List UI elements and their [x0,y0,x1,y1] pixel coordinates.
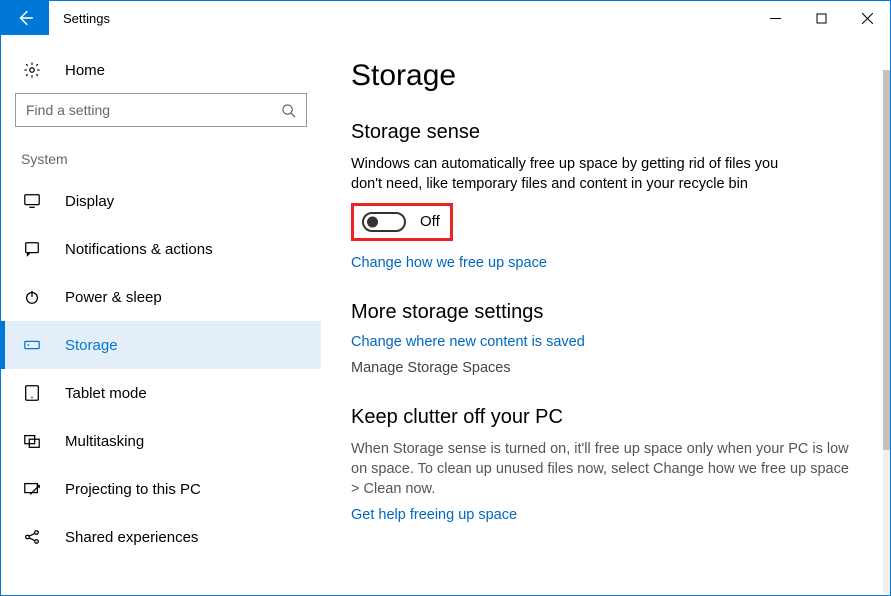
storage-sense-heading: Storage sense [351,121,860,144]
search-input[interactable] [15,93,307,127]
search-icon [281,103,296,118]
sidebar-item-label: Storage [65,337,118,354]
power-icon [23,288,45,306]
search-field[interactable] [26,102,281,118]
sidebar-item-notifications[interactable]: Notifications & actions [1,225,321,273]
toggle-knob [367,216,378,227]
close-button[interactable] [844,1,890,35]
minimize-button[interactable] [752,1,798,35]
main-content: Storage Storage sense Windows can automa… [321,35,890,595]
storage-sense-toggle[interactable] [362,212,406,232]
sidebar-item-multitasking[interactable]: Multitasking [1,417,321,465]
sidebar-item-label: Shared experiences [65,529,198,546]
back-button[interactable] [1,1,49,35]
home-button[interactable]: Home [1,51,321,93]
sidebar-item-label: Tablet mode [65,385,147,402]
storage-sense-description: Windows can automatically free up space … [351,154,811,195]
window-controls [752,1,890,35]
window-title: Settings [49,1,124,35]
clutter-description: When Storage sense is turned on, it'll f… [351,439,860,500]
shared-icon [23,528,45,546]
highlighted-toggle-box: Off [351,203,453,241]
projecting-icon [23,480,45,498]
scrollbar-thumb[interactable] [883,70,890,450]
tablet-icon [23,384,45,402]
home-label: Home [65,62,105,79]
change-free-up-link[interactable]: Change how we free up space [351,255,860,271]
notifications-icon [23,240,45,258]
storage-icon [23,336,45,354]
manage-spaces-link[interactable]: Manage Storage Spaces [351,360,860,376]
sidebar-item-projecting[interactable]: Projecting to this PC [1,465,321,513]
page-title: Storage [351,59,860,93]
get-help-link[interactable]: Get help freeing up space [351,507,860,523]
sidebar: Home System Display Notifications & acti… [1,35,321,595]
display-icon [23,192,45,210]
sidebar-group-label: System [1,151,321,177]
maximize-button[interactable] [798,1,844,35]
more-settings-heading: More storage settings [351,301,860,324]
sidebar-item-display[interactable]: Display [1,177,321,225]
toggle-state-label: Off [420,213,440,230]
sidebar-item-label: Notifications & actions [65,241,213,258]
sidebar-item-label: Display [65,193,114,210]
sidebar-item-label: Power & sleep [65,289,162,306]
multitasking-icon [23,432,45,450]
titlebar: Settings [1,1,890,35]
sidebar-item-label: Projecting to this PC [65,481,201,498]
gear-icon [23,61,45,79]
sidebar-item-power[interactable]: Power & sleep [1,273,321,321]
sidebar-item-label: Multitasking [65,433,144,450]
clutter-heading: Keep clutter off your PC [351,406,860,429]
scrollbar[interactable] [883,70,890,594]
change-saved-link[interactable]: Change where new content is saved [351,334,860,350]
sidebar-item-storage[interactable]: Storage [1,321,321,369]
sidebar-item-tablet[interactable]: Tablet mode [1,369,321,417]
sidebar-item-shared[interactable]: Shared experiences [1,513,321,561]
